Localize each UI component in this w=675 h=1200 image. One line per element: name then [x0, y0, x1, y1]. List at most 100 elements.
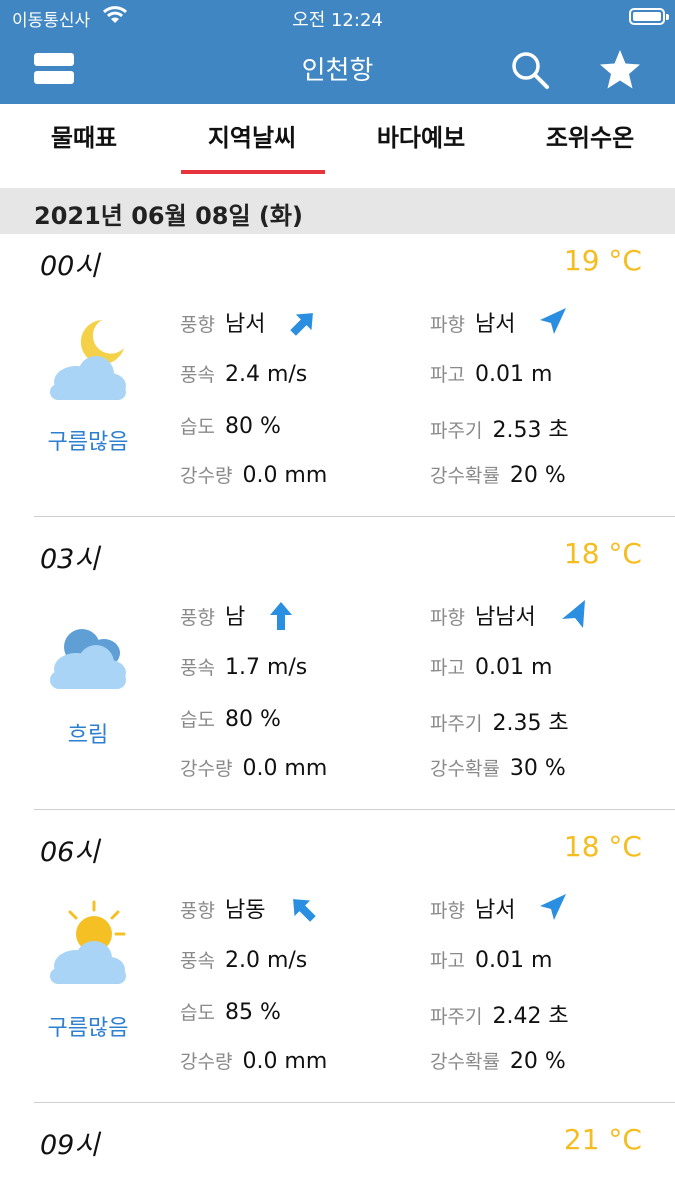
- favorite-star-icon[interactable]: [598, 48, 642, 92]
- wave-period-value: 2.53 초: [492, 418, 569, 443]
- wind-direction-row: 풍향 남서: [180, 306, 265, 338]
- wind-speed-value: 2.0 m/s: [224, 948, 308, 973]
- wind-speed-row: 풍속 2.4 m/s: [180, 360, 307, 387]
- hour-label: 09시: [40, 1130, 100, 1161]
- wave-direction-row: 파향 남남서: [430, 599, 536, 631]
- temperature: 18 °C: [563, 537, 642, 570]
- wind-direction-label: 풍향: [180, 607, 215, 629]
- divider: [34, 1102, 675, 1103]
- humidity-value: 85 %: [224, 1000, 281, 1025]
- wave-direction-row: 파향 남서: [430, 306, 515, 338]
- divider: [34, 809, 675, 810]
- wind-direction-value: 남: [224, 605, 246, 630]
- humidity-label: 습도: [180, 709, 215, 731]
- wave-height-row: 파고 0.01 m: [430, 360, 552, 387]
- wind-speed-label: 풍속: [180, 950, 215, 972]
- wave-height-label: 파고: [430, 657, 465, 679]
- wave-height-row: 파고 0.01 m: [430, 946, 552, 973]
- wave-period-row: 파주기 2.53 초: [430, 412, 569, 444]
- precip-value: 0.0 mm: [242, 1049, 328, 1074]
- humidity-row: 습도 85 %: [180, 998, 281, 1025]
- tab-tide-water-temp[interactable]: 조위수온: [506, 104, 674, 188]
- nav-bar: 인천항: [0, 36, 675, 104]
- date-label: 2021년 06월 08일 (화): [34, 202, 303, 230]
- wind-speed-value: 1.7 m/s: [224, 655, 308, 680]
- cloudy-icon: [50, 629, 126, 689]
- weather-condition: 구름많음: [47, 430, 129, 455]
- humidity-value: 80 %: [224, 707, 281, 732]
- wave-direction-label: 파향: [430, 314, 465, 336]
- wave-arrow-icon: [562, 600, 585, 628]
- wave-direction-value: 남남서: [474, 605, 536, 630]
- precip-prob-value: 30 %: [509, 756, 566, 781]
- wind-direction-row: 풍향 남동: [180, 892, 265, 924]
- precip-prob-label: 강수확률: [430, 758, 500, 780]
- wave-period-value: 2.42 초: [492, 1004, 569, 1029]
- wave-height-value: 0.01 m: [474, 362, 553, 387]
- humidity-value: 80 %: [224, 414, 281, 439]
- wind-direction-value: 남동: [224, 898, 266, 923]
- forecast-item: 03시 18 °C 흐림 풍향 남 풍속 1.7 m/s 습도 80 % 강수량 0.0…: [34, 527, 675, 820]
- search-icon[interactable]: [510, 50, 550, 90]
- wave-period-value: 2.35 초: [492, 711, 569, 736]
- forecast-item: 00시 19 °C 구름많음 풍향 남서 풍속 2.4 m/s 습도 80 % 강수량…: [34, 234, 675, 527]
- temperature: 19 °C: [563, 244, 642, 277]
- weather-condition: 구름많음: [47, 1016, 129, 1041]
- date-header: 2021년 06월 08일 (화): [0, 188, 675, 234]
- page-title: 인천항: [301, 56, 374, 86]
- wind-direction-value: 남서: [224, 312, 266, 337]
- precip-label: 강수량: [180, 465, 233, 487]
- wave-period-label: 파주기: [430, 420, 483, 442]
- cloud-moon-icon: [50, 320, 126, 400]
- wave-arrow-icon: [540, 894, 566, 920]
- tab-tide-table[interactable]: 물때표: [0, 104, 168, 188]
- precip-value: 0.0 mm: [242, 756, 328, 781]
- wave-height-row: 파고 0.01 m: [430, 653, 552, 680]
- divider: [34, 516, 675, 517]
- wave-period-label: 파주기: [430, 1006, 483, 1028]
- humidity-row: 습도 80 %: [180, 412, 281, 439]
- hour-label: 00시: [40, 251, 100, 282]
- precip-prob-label: 강수확률: [430, 1051, 500, 1073]
- precip-prob-value: 20 %: [509, 463, 566, 488]
- tab-local-weather[interactable]: 지역날씨: [168, 104, 336, 188]
- app-header: 이동통신사 오전 12:24 인천항: [0, 0, 675, 104]
- humidity-label: 습도: [180, 1002, 215, 1024]
- active-tab-indicator: [181, 170, 325, 174]
- precip-prob-row: 강수확률 20 %: [430, 1047, 566, 1074]
- wind-arrow-icon: [290, 313, 313, 336]
- wave-height-label: 파고: [430, 364, 465, 386]
- wave-period-row: 파주기 2.35 초: [430, 705, 569, 737]
- forecast-item: 09시 21 °C: [34, 1113, 675, 1200]
- precip-prob-row: 강수확률 30 %: [430, 754, 566, 781]
- wave-direction-value: 남서: [474, 312, 516, 337]
- weather-condition: 흐림: [67, 723, 109, 748]
- wind-direction-label: 풍향: [180, 314, 215, 336]
- wind-direction-label: 풍향: [180, 900, 215, 922]
- hour-label: 06시: [40, 837, 100, 868]
- wave-height-label: 파고: [430, 950, 465, 972]
- wave-direction-row: 파향 남서: [430, 892, 515, 924]
- wind-speed-label: 풍속: [180, 364, 215, 386]
- wave-height-value: 0.01 m: [474, 948, 553, 973]
- wave-arrow-icon: [540, 308, 566, 334]
- precip-row: 강수량 0.0 mm: [180, 754, 327, 781]
- wind-speed-row: 풍속 1.7 m/s: [180, 653, 307, 680]
- tab-marine-forecast[interactable]: 바다예보: [337, 104, 505, 188]
- precip-prob-label: 강수확률: [430, 465, 500, 487]
- wind-arrow-icon: [270, 602, 292, 630]
- wind-speed-value: 2.4 m/s: [224, 362, 308, 387]
- precip-value: 0.0 mm: [242, 463, 328, 488]
- wave-direction-label: 파향: [430, 900, 465, 922]
- hour-label: 03시: [40, 544, 100, 575]
- precip-label: 강수량: [180, 1051, 233, 1073]
- temperature: 18 °C: [563, 830, 642, 863]
- status-bar: 이동통신사 오전 12:24: [0, 0, 675, 34]
- wind-speed-row: 풍속 2.0 m/s: [180, 946, 307, 973]
- wave-height-value: 0.01 m: [474, 655, 553, 680]
- battery-icon: [629, 8, 669, 25]
- status-time: 오전 12:24: [292, 10, 383, 31]
- precip-prob-value: 20 %: [509, 1049, 566, 1074]
- forecast-item: 06시 18 °C 구름많음 풍향 남동 풍속 2.0 m/s 습도 85 % 강수량…: [34, 820, 675, 1113]
- temperature: 21 °C: [563, 1123, 642, 1156]
